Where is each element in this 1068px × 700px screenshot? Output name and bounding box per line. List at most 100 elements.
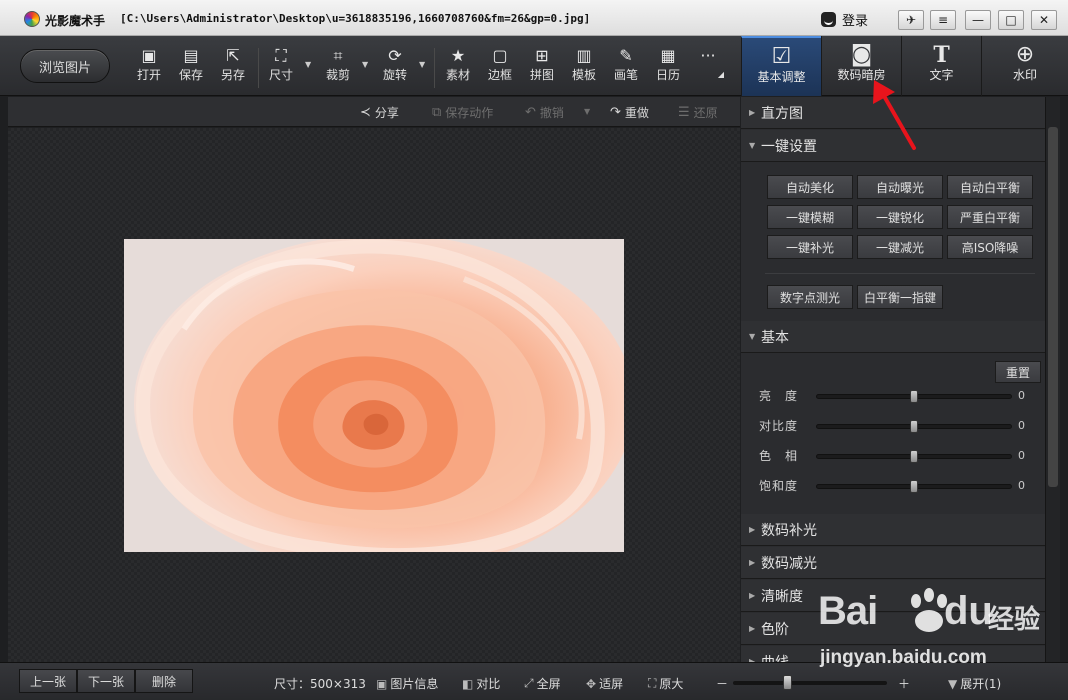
section-reduce-light[interactable]: ▶ 数码减光 xyxy=(741,547,1045,579)
auto-white-balance-button[interactable]: 自动白平衡 xyxy=(947,175,1033,199)
share-icon: ≺ xyxy=(360,105,371,120)
tab-text[interactable]: T 文字 xyxy=(901,36,981,96)
fullscreen-button[interactable]: ⤢ 全屏 xyxy=(524,675,561,692)
save-button[interactable]: ▤ 保存 xyxy=(170,46,212,90)
section-fill-light[interactable]: ▶ 数码补光 xyxy=(741,514,1045,546)
section-fill-light-title: 数码补光 xyxy=(761,522,817,539)
auto-beautify-button[interactable]: 自动美化 xyxy=(767,175,853,199)
one-click-sharpen-button[interactable]: 一键锐化 xyxy=(857,205,943,229)
menu-button[interactable]: ≡ xyxy=(930,10,956,30)
restore-button[interactable]: ☰ 还原 xyxy=(678,104,718,121)
close-button[interactable]: ✕ xyxy=(1031,10,1057,30)
fullscreen-label: 全屏 xyxy=(536,677,561,691)
zoom-slider-thumb[interactable] xyxy=(783,675,792,690)
rotate-button[interactable]: ⟳ 旋转 xyxy=(374,46,416,90)
expand-button[interactable]: ▼ 展开(1) xyxy=(948,675,1001,692)
calendar-button[interactable]: ▦ 日历 xyxy=(647,46,689,90)
maximize-button[interactable]: □ xyxy=(998,10,1024,30)
collapsed-arrow-icon: ▶ xyxy=(749,108,756,117)
scrollbar-thumb[interactable] xyxy=(1048,127,1058,487)
contrast-slider-thumb[interactable] xyxy=(910,420,918,433)
next-image-button[interactable]: 下一张 xyxy=(77,669,135,693)
watermark-icon: ⊕ xyxy=(1015,42,1035,67)
one-click-reduce-light-button[interactable]: 一键减光 xyxy=(857,235,943,259)
info-icon: ▣ xyxy=(376,676,388,691)
template-button[interactable]: ▥ 模板 xyxy=(563,46,605,90)
resize-button[interactable]: ⛶ 尺寸 xyxy=(260,46,302,90)
tab-watermark[interactable]: ⊕ 水印 xyxy=(981,36,1068,96)
undo-label: 撤销 xyxy=(539,106,564,120)
zoom-in-button[interactable]: ＋ xyxy=(898,675,910,692)
more-tools-button[interactable]: ··· ◢ xyxy=(688,46,728,90)
undo-button[interactable]: ↶ 撤销 xyxy=(525,104,564,121)
crop-dropdown-icon[interactable]: ▼ xyxy=(362,60,368,69)
severe-white-balance-button[interactable]: 严重白平衡 xyxy=(947,205,1033,229)
section-levels[interactable]: ▶ 色阶 xyxy=(741,613,1045,645)
saturation-slider-thumb[interactable] xyxy=(910,480,918,493)
section-one-click[interactable]: ▼ 一键设置 xyxy=(741,130,1045,162)
toolbar-divider xyxy=(258,48,259,88)
one-click-fill-light-button[interactable]: 一键补光 xyxy=(767,235,853,259)
fit-screen-button[interactable]: ✥ 适屏 xyxy=(586,675,623,692)
rotate-dropdown-icon[interactable]: ▼ xyxy=(419,60,425,69)
saturation-slider[interactable] xyxy=(816,480,1012,493)
minimize-icon: — xyxy=(972,13,984,27)
spot-metering-button[interactable]: 数字点测光 xyxy=(767,285,853,309)
section-histogram[interactable]: ▶ 直方图 xyxy=(741,97,1045,129)
brightness-slider-thumb[interactable] xyxy=(910,390,918,403)
collage-button[interactable]: ⊞ 拼图 xyxy=(521,46,563,90)
resize-dropdown-icon[interactable]: ▼ xyxy=(305,60,311,69)
crop-button[interactable]: ⌗ 裁剪 xyxy=(317,46,359,90)
material-button[interactable]: ★ 素材 xyxy=(437,46,479,90)
image-canvas[interactable] xyxy=(8,128,740,662)
browse-images-button[interactable]: 浏览图片 xyxy=(20,49,110,83)
collapsed-arrow-icon: ▶ xyxy=(749,558,756,567)
user-face-icon xyxy=(821,11,836,27)
border-button[interactable]: ▢ 边框 xyxy=(479,46,521,90)
hue-slider-thumb[interactable] xyxy=(910,450,918,463)
minimize-button[interactable]: — xyxy=(965,10,991,30)
panel-scrollbar[interactable] xyxy=(1045,97,1060,662)
save-as-icon: ⇱ xyxy=(226,46,240,65)
open-image-icon: ▣ xyxy=(141,46,157,65)
white-balance-picker-button[interactable]: 白平衡一指键 xyxy=(857,285,943,309)
high-iso-denoise-button[interactable]: 高ISO降噪 xyxy=(947,235,1033,259)
compare-button[interactable]: ◧ 对比 xyxy=(462,675,500,692)
reset-button[interactable]: 重置 xyxy=(995,361,1041,383)
login-button[interactable]: 登录 xyxy=(813,8,893,30)
share-button[interactable]: ≺ 分享 xyxy=(360,104,399,121)
redo-button[interactable]: ↷ 重做 xyxy=(610,104,649,121)
one-click-blur-button[interactable]: 一键模糊 xyxy=(767,205,853,229)
brush-button[interactable]: ✎ 画笔 xyxy=(605,46,647,90)
delete-button[interactable]: 删除 xyxy=(135,669,193,693)
save-as-label: 另存 xyxy=(220,68,245,82)
collapsed-arrow-icon: ▶ xyxy=(749,624,756,633)
contrast-slider[interactable] xyxy=(816,420,1012,433)
tab-digital-darkroom[interactable]: ◙ 数码暗房 xyxy=(821,36,901,96)
tab-basic-adjust[interactable]: ☑ 基本调整 xyxy=(741,36,821,96)
hue-slider[interactable] xyxy=(816,450,1012,463)
auto-exposure-button[interactable]: 自动曝光 xyxy=(857,175,943,199)
text-icon: T xyxy=(933,42,950,68)
brightness-slider[interactable] xyxy=(816,390,1012,403)
save-as-button[interactable]: ⇱ 另存 xyxy=(212,46,254,90)
section-clarity[interactable]: ▶ 清晰度 xyxy=(741,580,1045,612)
prev-image-button[interactable]: 上一张 xyxy=(19,669,77,693)
section-basic[interactable]: ▼ 基本 xyxy=(741,321,1045,353)
zoom-out-button[interactable]: － xyxy=(716,675,728,692)
brush-icon: ✎ xyxy=(619,46,633,65)
tab-watermark-label: 水印 xyxy=(1012,68,1037,82)
open-button[interactable]: ▣ 打开 xyxy=(128,46,170,90)
section-curves[interactable]: ▶曲线 xyxy=(741,646,1045,662)
undo-icon: ↶ xyxy=(525,105,536,120)
zoom-slider[interactable] xyxy=(733,675,887,690)
image-info-label: 图片信息 xyxy=(390,677,439,691)
login-label: 登录 xyxy=(842,13,869,29)
pin-button[interactable]: ✈ xyxy=(898,10,924,30)
save-action-button[interactable]: ⧉ 保存动作 xyxy=(432,104,493,121)
original-size-button[interactable]: ⛶ 原大 xyxy=(648,675,683,692)
template-icon: ▥ xyxy=(576,46,592,65)
image-info-button[interactable]: ▣ 图片信息 xyxy=(376,675,438,692)
undo-dropdown-icon[interactable]: ▼ xyxy=(584,107,590,116)
border-icon: ▢ xyxy=(492,46,508,65)
